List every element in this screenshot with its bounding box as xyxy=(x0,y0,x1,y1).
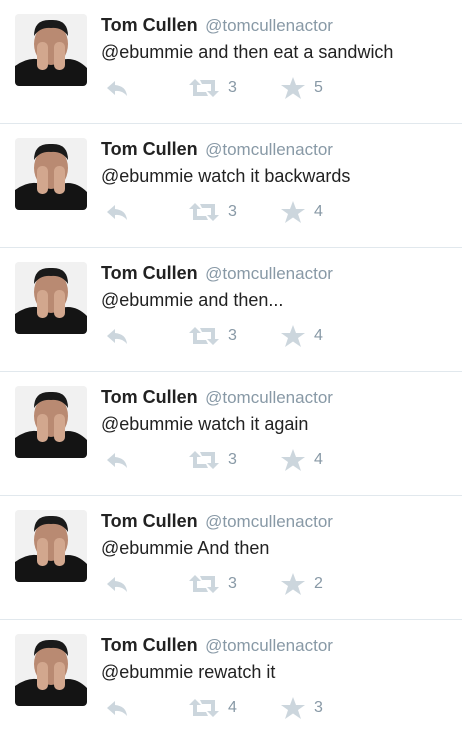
retweet-icon xyxy=(189,79,219,97)
user-name[interactable]: Tom Cullen xyxy=(101,139,198,159)
tweet-text: @ebummie watch it again xyxy=(101,414,309,434)
retweet-button[interactable]: 3 xyxy=(189,572,237,596)
user-handle[interactable]: @tomcullenactor xyxy=(205,16,333,35)
tweet[interactable]: Tom Cullen @tomcullenactor @ebummie watc… xyxy=(0,372,462,496)
tweet-actions: 3 5 xyxy=(101,76,341,100)
retweet-count: 3 xyxy=(228,79,237,96)
reply-icon xyxy=(107,453,127,468)
retweet-icon xyxy=(189,451,219,469)
avatar-photo xyxy=(15,634,87,706)
avatar-photo xyxy=(15,138,87,210)
tweet-text: @ebummie watch it backwards xyxy=(101,166,351,186)
retweet-icon xyxy=(189,699,219,717)
tweet-header: Tom Cullen @tomcullenactor xyxy=(101,14,333,38)
favorite-count: 4 xyxy=(314,451,323,468)
user-handle[interactable]: @tomcullenactor xyxy=(205,512,333,531)
star-icon xyxy=(281,697,305,719)
avatar[interactable] xyxy=(15,138,87,210)
user-name[interactable]: Tom Cullen xyxy=(101,511,198,531)
star-icon xyxy=(281,201,305,223)
tweet-header: Tom Cullen @tomcullenactor xyxy=(101,138,333,162)
user-name[interactable]: Tom Cullen xyxy=(101,387,198,407)
favorite-count: 3 xyxy=(314,699,323,716)
retweet-count: 3 xyxy=(228,451,237,468)
tweet-header: Tom Cullen @tomcullenactor xyxy=(101,262,333,286)
favorite-count: 5 xyxy=(314,79,323,96)
tweet-header: Tom Cullen @tomcullenactor xyxy=(101,634,333,658)
retweet-count: 4 xyxy=(228,699,237,716)
tweet-actions: 3 4 xyxy=(101,324,341,348)
tweet[interactable]: Tom Cullen @tomcullenactor @ebummie and … xyxy=(0,248,462,372)
favorite-button[interactable]: 4 xyxy=(281,200,323,224)
favorite-button[interactable]: 5 xyxy=(281,76,323,100)
tweet-header: Tom Cullen @tomcullenactor xyxy=(101,510,333,534)
tweet-actions: 3 4 xyxy=(101,448,341,472)
retweet-icon xyxy=(189,327,219,345)
reply-button[interactable] xyxy=(105,200,129,224)
reply-icon xyxy=(107,205,127,220)
tweet-text: @ebummie and then... xyxy=(101,290,284,310)
user-name[interactable]: Tom Cullen xyxy=(101,15,198,35)
user-handle[interactable]: @tomcullenactor xyxy=(205,636,333,655)
avatar[interactable] xyxy=(15,14,87,86)
tweet[interactable]: Tom Cullen @tomcullenactor @ebummie watc… xyxy=(0,124,462,248)
reply-icon xyxy=(107,701,127,716)
reply-button[interactable] xyxy=(105,448,129,472)
tweet-actions: 3 4 xyxy=(101,200,341,224)
avatar[interactable] xyxy=(15,510,87,582)
reply-button[interactable] xyxy=(105,324,129,348)
reply-icon xyxy=(107,81,127,96)
avatar-photo xyxy=(15,262,87,334)
tweet[interactable]: Tom Cullen @tomcullenactor @ebummie And … xyxy=(0,496,462,620)
retweet-icon xyxy=(189,575,219,593)
tweet-text: @ebummie and then eat a sandwich xyxy=(101,42,394,62)
tweet-text: @ebummie And then xyxy=(101,538,270,558)
favorite-count: 4 xyxy=(314,203,323,220)
star-icon xyxy=(281,449,305,471)
retweet-icon xyxy=(189,203,219,221)
retweet-button[interactable]: 3 xyxy=(189,76,237,100)
retweet-button[interactable]: 3 xyxy=(189,324,237,348)
user-handle[interactable]: @tomcullenactor xyxy=(205,140,333,159)
tweet[interactable]: Tom Cullen @tomcullenactor @ebummie rewa… xyxy=(0,620,462,744)
tweet-actions: 4 3 xyxy=(101,696,341,720)
avatar-photo xyxy=(15,14,87,86)
favorite-button[interactable]: 2 xyxy=(281,572,323,596)
avatar-photo xyxy=(15,386,87,458)
retweet-button[interactable]: 4 xyxy=(189,696,237,720)
tweet-text: @ebummie rewatch it xyxy=(101,662,276,682)
tweet-actions: 3 2 xyxy=(101,572,341,596)
star-icon xyxy=(281,325,305,347)
retweet-count: 3 xyxy=(228,203,237,220)
reply-icon xyxy=(107,577,127,592)
star-icon xyxy=(281,77,305,99)
avatar[interactable] xyxy=(15,634,87,706)
tweet[interactable]: Tom Cullen @tomcullenactor @ebummie and … xyxy=(0,0,462,124)
favorite-button[interactable]: 4 xyxy=(281,324,323,348)
favorite-button[interactable]: 3 xyxy=(281,696,323,720)
retweet-button[interactable]: 3 xyxy=(189,200,237,224)
favorite-button[interactable]: 4 xyxy=(281,448,323,472)
user-name[interactable]: Tom Cullen xyxy=(101,635,198,655)
user-handle[interactable]: @tomcullenactor xyxy=(205,264,333,283)
user-name[interactable]: Tom Cullen xyxy=(101,263,198,283)
retweet-count: 3 xyxy=(228,327,237,344)
reply-button[interactable] xyxy=(105,696,129,720)
user-handle[interactable]: @tomcullenactor xyxy=(205,388,333,407)
tweet-header: Tom Cullen @tomcullenactor xyxy=(101,386,333,410)
star-icon xyxy=(281,573,305,595)
avatar[interactable] xyxy=(15,386,87,458)
tweet-feed: Tom Cullen @tomcullenactor @ebummie and … xyxy=(0,0,462,744)
avatar[interactable] xyxy=(15,262,87,334)
reply-icon xyxy=(107,329,127,344)
retweet-button[interactable]: 3 xyxy=(189,448,237,472)
favorite-count: 4 xyxy=(314,327,323,344)
retweet-count: 3 xyxy=(228,575,237,592)
reply-button[interactable] xyxy=(105,572,129,596)
reply-button[interactable] xyxy=(105,76,129,100)
avatar-photo xyxy=(15,510,87,582)
favorite-count: 2 xyxy=(314,575,323,592)
